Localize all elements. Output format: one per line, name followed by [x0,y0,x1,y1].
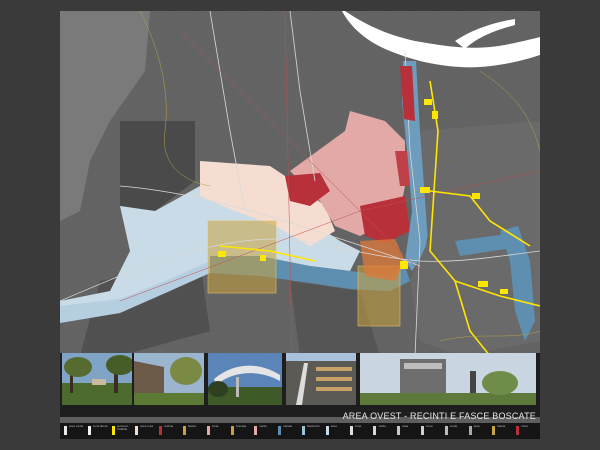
photo-industrial-tower[interactable] [360,353,536,405]
photo-strip [60,353,540,417]
legend-label: zona [354,425,362,428]
legend-item: percorso ciclabile [111,425,136,437]
legend-item: recinto [159,425,183,437]
legend-item: verde [254,425,278,437]
legend-label: area [402,425,409,428]
legend-item: fascia blu [302,425,326,437]
legend-item: zona [421,425,445,437]
legend-swatch [373,426,377,435]
legend-item: fascia [183,425,207,437]
legend-bar: area verde zona libera percorso ciclabile a… [60,423,540,439]
legend-label: zona libera [92,425,108,428]
photo-path-between-trees[interactable] [62,353,132,405]
legend-item: area [325,425,350,437]
legend-swatch [183,426,186,435]
legend-swatch [254,426,258,435]
photo-elevated-walkway[interactable] [208,353,282,405]
photo-industrial-wall[interactable] [134,353,204,405]
legend-swatch [349,426,353,435]
legend-item: area [468,425,493,437]
legend-label: area [330,425,337,428]
legend-item: zona [516,425,540,437]
legend-item: area verde [64,425,88,437]
legend-swatch [492,426,496,435]
legend-label: percorso ciclabile [116,425,129,432]
legend-item: zona libera [87,425,112,437]
legend-item: canale [278,425,302,437]
legend-label: boscata [235,425,247,428]
legend-swatch [111,426,115,435]
legend-item: boscata [230,425,255,437]
legend-label: recinto [164,425,174,428]
legend-label: zona [426,425,433,428]
photo-factory-building[interactable] [286,353,356,405]
legend-swatch [516,426,520,435]
legend-item: verde [373,425,397,437]
legend-item: area [397,425,421,437]
legend-swatch [159,426,163,435]
legend-item: zona [349,425,374,437]
legend-label: area [473,425,480,428]
master-plan-map[interactable] [60,11,540,356]
legend-item: fascia [492,425,516,437]
legend-swatch [87,426,91,435]
map-sheet: AREA OVEST - RECINTI E FASCE BOSCATE are… [60,11,540,439]
legend-label: verde [449,425,458,428]
legend-label: verde [378,425,386,428]
legend-label: canale [283,425,293,428]
legend-swatch [444,426,448,435]
legend-label: fascia blu [307,425,320,428]
legend-swatch [421,426,424,435]
legend-item: verde [444,425,469,437]
legend-swatch [206,426,210,435]
legend-label: zona [211,425,219,428]
legend-item: area rosa [135,425,159,437]
legend-swatch [135,426,139,435]
legend-label: fascia [188,425,196,428]
legend-swatch [468,426,472,435]
legend-label: verde [259,425,267,428]
legend-item: zona [206,425,231,437]
legend-swatch [302,426,305,435]
legend-label: fascia [497,425,506,428]
legend-label: area verde [69,425,84,428]
legend-swatch [397,426,401,435]
legend-swatch [325,426,329,435]
legend-swatch [230,426,234,435]
legend-label: zona [521,425,528,428]
legend-swatch [64,426,67,435]
page-title: AREA OVEST - RECINTI E FASCE BOSCATE [342,411,536,421]
legend-label: area rosa [140,425,154,428]
legend-swatch [278,426,282,435]
